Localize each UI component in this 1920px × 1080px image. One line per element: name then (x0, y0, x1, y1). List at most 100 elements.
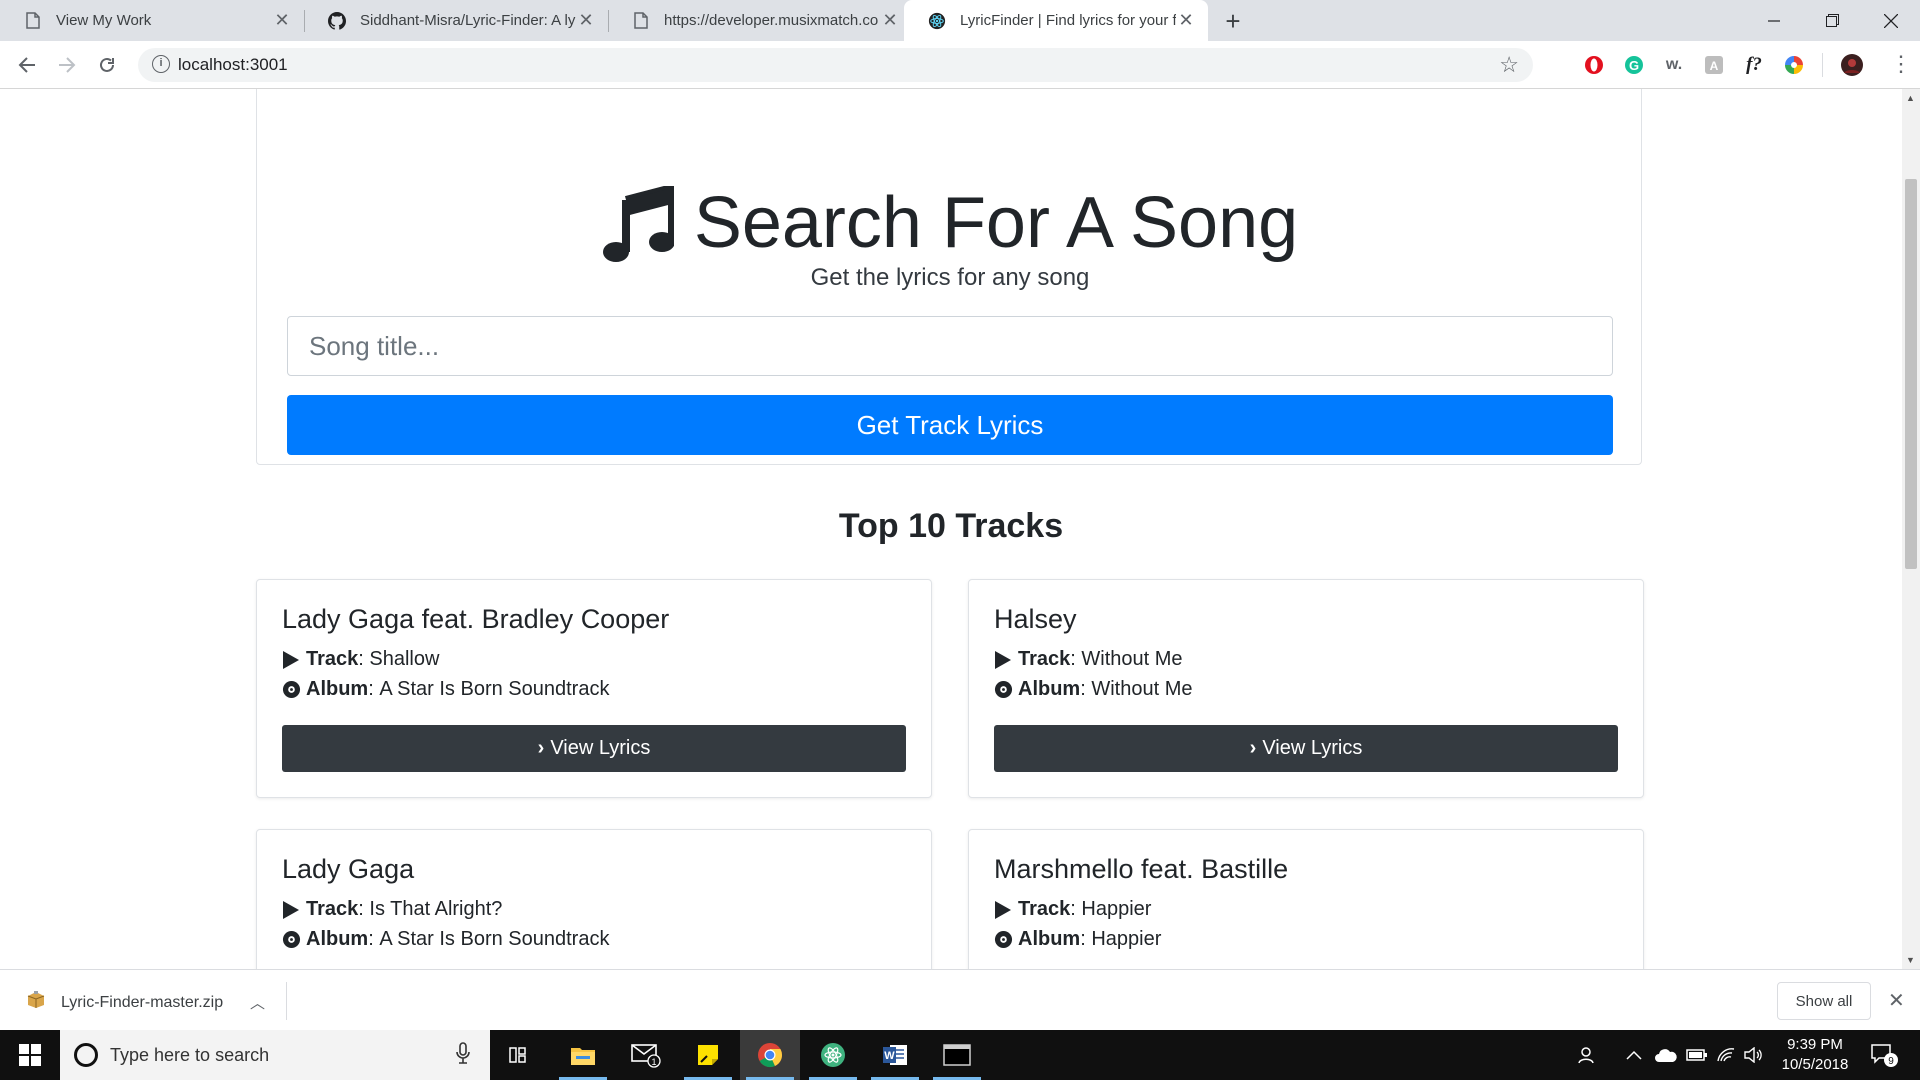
track-label: Track (1018, 898, 1071, 920)
onedrive-icon[interactable] (1654, 1030, 1678, 1080)
close-icon[interactable]: ✕ (272, 10, 292, 31)
react-icon (928, 12, 946, 30)
show-all-button[interactable]: Show all (1777, 982, 1871, 1020)
terminal-icon[interactable] (927, 1030, 987, 1080)
sticky-notes-icon[interactable] (678, 1030, 738, 1080)
restore-button[interactable] (1803, 0, 1861, 41)
taskbar-clock[interactable]: 9:39 PM 10/5/2018 (1765, 1035, 1865, 1075)
close-icon[interactable]: ✕ (1888, 988, 1905, 1013)
translate-icon[interactable]: A (1702, 53, 1726, 77)
mail-icon[interactable]: 1 (616, 1030, 676, 1080)
forward-button[interactable] (54, 52, 80, 78)
github-icon (328, 11, 346, 30)
file-explorer-icon[interactable] (553, 1030, 613, 1080)
opera-icon[interactable] (1582, 53, 1606, 77)
view-lyrics-button[interactable]: › View Lyrics (994, 725, 1618, 772)
action-center-icon[interactable]: 9 (1870, 1042, 1898, 1068)
new-tab-button[interactable]: + (1218, 6, 1248, 37)
track-label: Track (1018, 648, 1071, 670)
svg-text:A: A (1710, 59, 1719, 73)
scrollbar-thumb[interactable] (1905, 179, 1917, 569)
menu-kebab-icon[interactable]: ⋮ (1890, 51, 1912, 77)
chevron-up-icon[interactable]: ︿ (250, 992, 265, 1013)
color-wheel-icon[interactable] (1782, 53, 1806, 77)
compact-disc-icon (994, 930, 1014, 950)
page-icon (24, 12, 42, 30)
battery-icon[interactable] (1686, 1030, 1708, 1080)
album-label: Album (306, 928, 369, 950)
tab-title: LyricFinder | Find lyrics for your fa (960, 12, 1176, 29)
track-artist: Halsey (994, 604, 1077, 634)
microphone-icon[interactable] (456, 1042, 470, 1070)
album-line: Album: Without Me (994, 678, 1193, 701)
chevron-up-icon[interactable] (1626, 1030, 1642, 1080)
view-lyrics-button[interactable]: › View Lyrics (282, 725, 906, 772)
zip-archive-icon (27, 991, 45, 1008)
get-track-lyrics-button[interactable]: Get Track Lyrics (287, 395, 1613, 455)
page-scrollbar[interactable]: ▲ ▼ (1902, 89, 1920, 969)
play-icon (994, 650, 1014, 670)
page-content: Search For A Song Get the lyrics for any… (0, 89, 1902, 969)
album-name: Without Me (1091, 678, 1193, 700)
track-name: Without Me (1081, 648, 1183, 670)
info-icon[interactable]: i (152, 55, 170, 73)
word-icon[interactable]: W (865, 1030, 925, 1080)
tab-title: https://developer.musixmatch.co (664, 12, 879, 29)
album-label: Album (1018, 928, 1081, 950)
album-label: Album (1018, 678, 1081, 700)
album-name: A Star Is Born Soundtrack (379, 928, 610, 950)
music-note-icon (602, 186, 674, 262)
taskbar-search-box[interactable]: Type here to search (60, 1030, 490, 1080)
scroll-up-arrow-icon[interactable]: ▲ (1906, 93, 1915, 103)
view-lyrics-label: View Lyrics (1262, 737, 1363, 759)
track-line: Track: Is That Alright? (282, 898, 502, 921)
wordtune-icon[interactable]: w. (1662, 53, 1686, 77)
chrome-taskbar-icon[interactable] (740, 1030, 800, 1080)
bookmark-star-icon[interactable]: ☆ (1499, 52, 1519, 78)
clock-time: 9:39 PM (1787, 1036, 1843, 1053)
close-window-button[interactable] (1862, 0, 1920, 41)
track-card: Lady Gaga feat. Bradley Cooper Track: Sh… (256, 579, 932, 798)
scroll-down-arrow-icon[interactable]: ▼ (1906, 955, 1915, 965)
close-icon[interactable]: ✕ (1176, 10, 1196, 31)
album-line: Album: A Star Is Born Soundtrack (282, 928, 609, 951)
download-filename[interactable]: Lyric-Finder-master.zip (61, 994, 223, 1012)
track-name: Shallow (369, 648, 440, 670)
tab-view-my-work[interactable]: View My Work ✕ (0, 0, 304, 41)
svg-text:W: W (884, 1050, 895, 1062)
task-view-icon[interactable] (490, 1030, 550, 1080)
tab-musixmatch[interactable]: https://developer.musixmatch.co ✕ (608, 0, 912, 41)
people-icon[interactable] (1578, 1030, 1598, 1080)
grammarly-icon[interactable]: G (1622, 53, 1646, 77)
taskbar-search-placeholder: Type here to search (110, 1045, 270, 1065)
cortana-icon (74, 1043, 98, 1067)
profile-avatar[interactable] (1840, 53, 1864, 77)
play-icon (282, 650, 302, 670)
back-button[interactable] (14, 52, 40, 78)
tab-lyricfinder[interactable]: LyricFinder | Find lyrics for your fa ✕ (904, 0, 1208, 41)
atom-editor-icon[interactable] (803, 1030, 863, 1080)
volume-icon[interactable] (1744, 1030, 1764, 1080)
song-title-input[interactable] (287, 316, 1613, 376)
close-icon[interactable]: ✕ (880, 10, 900, 31)
search-jumbotron: Search For A Song Get the lyrics for any… (256, 89, 1642, 465)
track-artist: Lady Gaga (282, 854, 415, 884)
tab-github[interactable]: Siddhant-Misra/Lyric-Finder: A ly ✕ (304, 0, 608, 41)
windows-start-button[interactable] (0, 1030, 60, 1080)
formula-icon[interactable]: f? (1742, 53, 1766, 77)
album-line: Album: Happier (994, 928, 1161, 951)
track-label: Track (306, 648, 359, 670)
wifi-icon[interactable] (1716, 1030, 1736, 1080)
close-icon[interactable]: ✕ (576, 10, 596, 31)
windows-taskbar: Type here to search 1 W 9:39 PM 10/5/201… (0, 1030, 1920, 1080)
album-line: Album: A Star Is Born Soundtrack (282, 678, 609, 701)
screen: View My Work ✕ Siddhant-Misra/Lyric-Find… (0, 0, 1920, 1080)
notification-count: 9 (1888, 1056, 1894, 1067)
minimize-button[interactable] (1745, 0, 1803, 41)
track-name: Is That Alright? (369, 898, 503, 920)
download-shelf: Lyric-Finder-master.zip ︿ Show all ✕ (0, 969, 1920, 1030)
track-label: Track (306, 898, 359, 920)
address-bar[interactable]: i localhost:3001 ☆ (138, 48, 1533, 82)
album-name: Happier (1091, 928, 1162, 950)
reload-button[interactable] (94, 52, 120, 78)
